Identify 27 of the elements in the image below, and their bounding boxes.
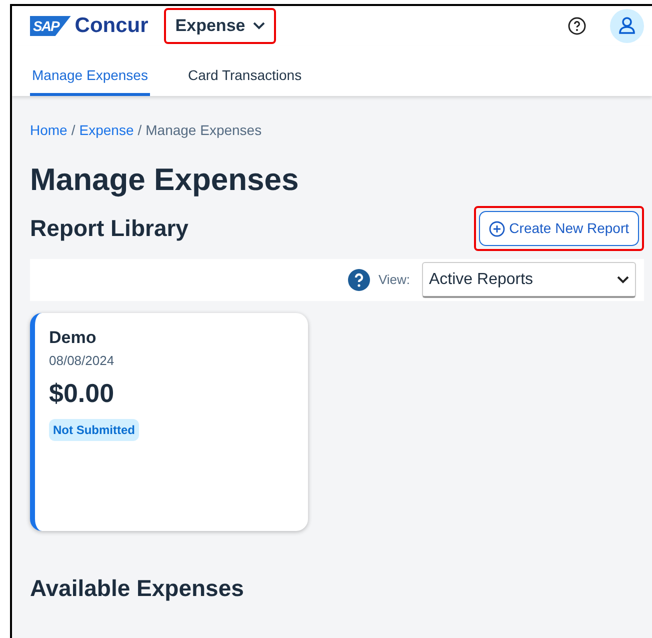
create-report-button[interactable]: Create New Report [479,211,639,246]
section-heading: Available Expenses [30,575,245,603]
help-icon[interactable] [568,17,586,35]
tab[interactable]: Card Transactions [186,46,304,96]
section-heading: Report Library [30,214,188,242]
breadcrumb-separator: / [71,122,76,138]
product-menu[interactable]: Expense [169,13,272,39]
brand-name: Concur [74,13,148,40]
add-icon [489,220,506,237]
report-name: Demo [49,327,98,350]
report-amount: $0.00 [49,377,116,410]
breadcrumb-link[interactable]: Expense [79,122,134,138]
view-label: View: [378,271,410,290]
report-card[interactable]: Demo 08/08/2024 $0.00 Not Submitted [30,313,308,532]
report-date: 08/08/2024 [49,352,116,370]
breadcrumb-current: Manage Expenses [146,122,262,138]
view-dropdown[interactable]: Active Reports [422,262,636,298]
tab[interactable]: Manage Expenses [30,46,150,96]
user-avatar-icon[interactable] [610,9,644,43]
chevron-down-icon [253,22,266,30]
help-icon[interactable] [348,269,370,292]
status-badge: Not Submitted [49,419,139,442]
breadcrumb-separator: / [138,122,142,138]
chevron-down-icon [617,276,629,284]
logo-mark: SAP [30,16,71,36]
breadcrumb-link[interactable]: Home [30,122,68,138]
page-title: Manage Expenses [30,161,300,198]
